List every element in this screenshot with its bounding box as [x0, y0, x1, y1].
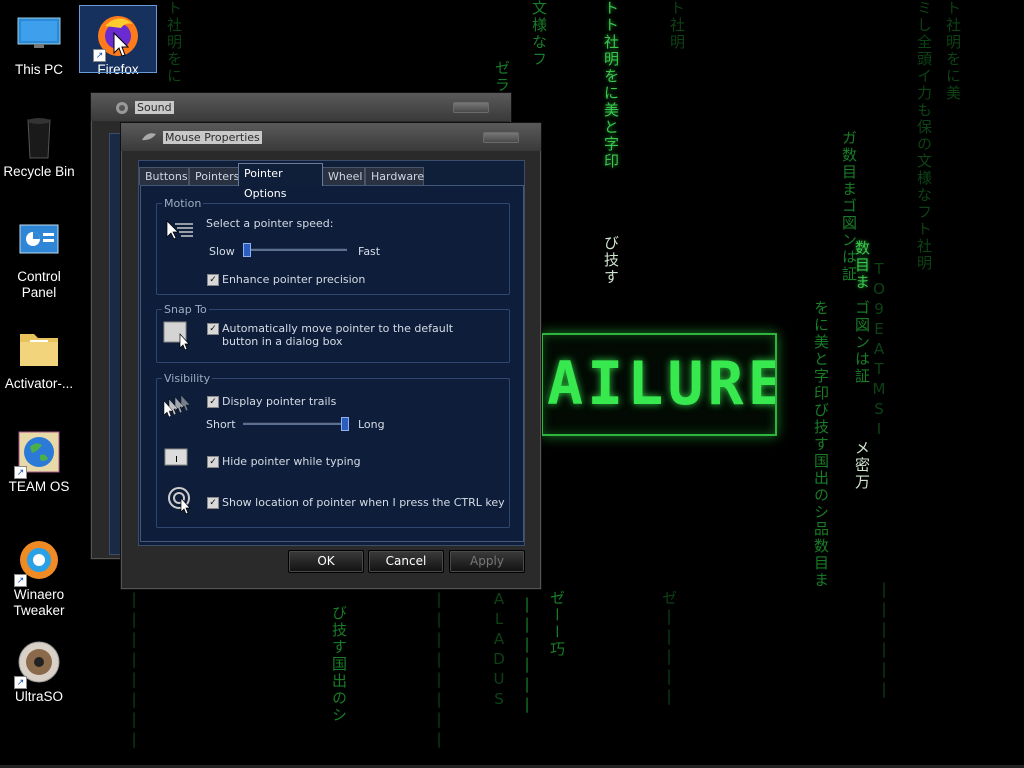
- short-label: Short: [206, 418, 236, 431]
- shortcut-arrow-icon: ↗: [93, 49, 106, 62]
- pointer-trails-slider[interactable]: [243, 417, 349, 431]
- matrix-rain: ト社明: [668, 0, 686, 51]
- window-title: Sound: [135, 101, 174, 114]
- window-title: Mouse Properties: [163, 131, 262, 144]
- globe-icon: ↗: [14, 429, 62, 479]
- desktop-icon-ultraiso[interactable]: ↗ UltraSO: [1, 633, 77, 705]
- mouse-icon: [141, 131, 156, 143]
- apply-button[interactable]: Apply: [449, 550, 525, 573]
- tab-wheel[interactable]: Wheel: [322, 167, 365, 185]
- matrix-rain: ゴ図ンは証: [853, 300, 871, 385]
- tab-pointer-options[interactable]: Pointer Options: [238, 163, 323, 200]
- group-title: Snap To: [162, 303, 209, 316]
- shortcut-arrow-icon: ↗: [14, 676, 27, 689]
- matrix-rain: び技す: [602, 235, 620, 286]
- matrix-rain: ||||||||: [125, 590, 143, 750]
- control-panel-icon: [16, 219, 62, 265]
- monitor-icon: [16, 12, 62, 58]
- show-location-label: Show location of pointer when I press th…: [222, 496, 505, 509]
- mouse-cursor-icon: [113, 31, 130, 61]
- enhance-precision-label: Enhance pointer precision: [222, 273, 366, 286]
- desktop-icon-label: Control Panel: [17, 269, 61, 300]
- desktop-icon-label: Activator-...: [4, 376, 74, 391]
- desktop-icon-recycle-bin[interactable]: Recycle Bin: [1, 108, 77, 180]
- matrix-rain: メ密万: [853, 440, 871, 491]
- sound-titlebar[interactable]: Sound: [91, 93, 511, 121]
- failure-sign: AILURE: [541, 333, 777, 436]
- mouse-titlebar[interactable]: Mouse Properties: [121, 123, 541, 151]
- close-button[interactable]: [453, 102, 489, 113]
- desktop-icon-this-pc[interactable]: This PC: [1, 6, 77, 78]
- winaero-icon: ↗: [14, 537, 62, 587]
- desktop-icon-winaero-tweaker[interactable]: ↗ Winaero Tweaker: [1, 531, 77, 619]
- desktop-icon-label: TEAM OS: [8, 479, 70, 494]
- desktop-icon-label: Recycle Bin: [3, 164, 75, 179]
- desktop-icon-label: Winaero Tweaker: [13, 587, 65, 618]
- pointer-trails-label: Display pointer trails: [222, 395, 337, 408]
- matrix-rain: TO9EATMSI: [870, 260, 888, 440]
- long-label: Long: [358, 418, 385, 431]
- shortcut-arrow-icon: ↗: [14, 466, 27, 479]
- mouse-properties-dialog[interactable]: Mouse Properties Buttons Pointers Pointe…: [120, 122, 542, 590]
- snap-to-icon: [163, 320, 193, 353]
- close-button[interactable]: [483, 132, 519, 143]
- group-title: Visibility: [162, 372, 213, 385]
- matrix-rain: び技す国出のシ: [330, 605, 348, 724]
- matrix-rain: ALADUS: [490, 590, 508, 710]
- snap-to-label: Automatically move pointer to the defaul…: [222, 322, 454, 348]
- desktop-icon-team-os[interactable]: ↗ TEAM OS: [1, 423, 77, 495]
- matrix-rain: トト社明をに美と字印: [602, 0, 620, 170]
- desktop-icon-label: UltraSO: [14, 689, 63, 704]
- matrix-rain: ||||||: [518, 595, 536, 715]
- hide-pointer-icon: [164, 448, 190, 471]
- matrix-rain: ト社明をに: [165, 0, 183, 85]
- hide-pointer-label: Hide pointer while typing: [222, 455, 361, 468]
- enhance-precision-checkbox[interactable]: ✓: [207, 274, 219, 286]
- matrix-rain: をに美と字印び技す国出のシ品数目ま: [812, 300, 830, 589]
- snap-to-group: Snap To ✓ Automatically move pointer to …: [156, 303, 510, 363]
- matrix-rain: ゼーー巧: [548, 590, 566, 658]
- fast-label: Fast: [358, 245, 381, 258]
- matrix-rain: ト社明をに美: [944, 0, 962, 102]
- matrix-rain: ミし全頭イ力も保の文様なフト社明: [915, 0, 933, 272]
- pointer-speed-icon: [165, 219, 195, 244]
- motion-group: Motion Select a pointer speed: Slow Fast…: [156, 197, 510, 295]
- matrix-rain: ||||||||: [430, 590, 448, 750]
- matrix-rain: 数目ま: [853, 240, 871, 291]
- slider-thumb[interactable]: [341, 417, 349, 431]
- desktop-icon-label: Firefox: [97, 62, 139, 77]
- desktop-icon-label: This PC: [14, 62, 63, 77]
- tab-pointers[interactable]: Pointers: [189, 167, 239, 185]
- recycle-bin-icon: [16, 114, 62, 160]
- ok-button[interactable]: OK: [288, 550, 364, 573]
- speaker-icon: [115, 101, 129, 114]
- cancel-button[interactable]: Cancel: [368, 550, 444, 573]
- snap-to-checkbox[interactable]: ✓: [207, 323, 219, 335]
- visibility-group: Visibility ✓ Display pointer trails Shor…: [156, 372, 510, 528]
- matrix-rain: ||||||: [875, 580, 893, 700]
- group-title: Motion: [162, 197, 204, 210]
- matrix-rain: ゼラ: [493, 60, 511, 94]
- speed-label: Select a pointer speed:: [206, 217, 334, 230]
- pointer-trails-checkbox[interactable]: ✓: [207, 396, 219, 408]
- disc-icon: ↗: [14, 639, 62, 689]
- shortcut-arrow-icon: ↗: [14, 574, 27, 587]
- slider-thumb[interactable]: [243, 243, 251, 257]
- slow-label: Slow: [209, 245, 235, 258]
- pointer-trails-icon: [163, 393, 195, 422]
- matrix-rain: ゼ|||||: [660, 590, 678, 707]
- tab-hardware[interactable]: Hardware: [365, 167, 424, 185]
- failure-text: AILURE: [547, 349, 777, 419]
- matrix-rain: 文様なフ: [530, 0, 548, 68]
- tab-buttons[interactable]: Buttons: [139, 167, 189, 185]
- desktop-icon-control-panel[interactable]: Control Panel: [1, 213, 77, 301]
- hide-pointer-checkbox[interactable]: ✓: [207, 456, 219, 468]
- show-location-checkbox[interactable]: ✓: [207, 497, 219, 509]
- show-location-icon: [167, 486, 195, 519]
- pointer-speed-slider[interactable]: [243, 243, 347, 257]
- desktop-icon-activator[interactable]: Activator-...: [1, 320, 77, 392]
- folder-icon: [16, 326, 62, 372]
- pointer-options-panel: Motion Select a pointer speed: Slow Fast…: [140, 185, 524, 542]
